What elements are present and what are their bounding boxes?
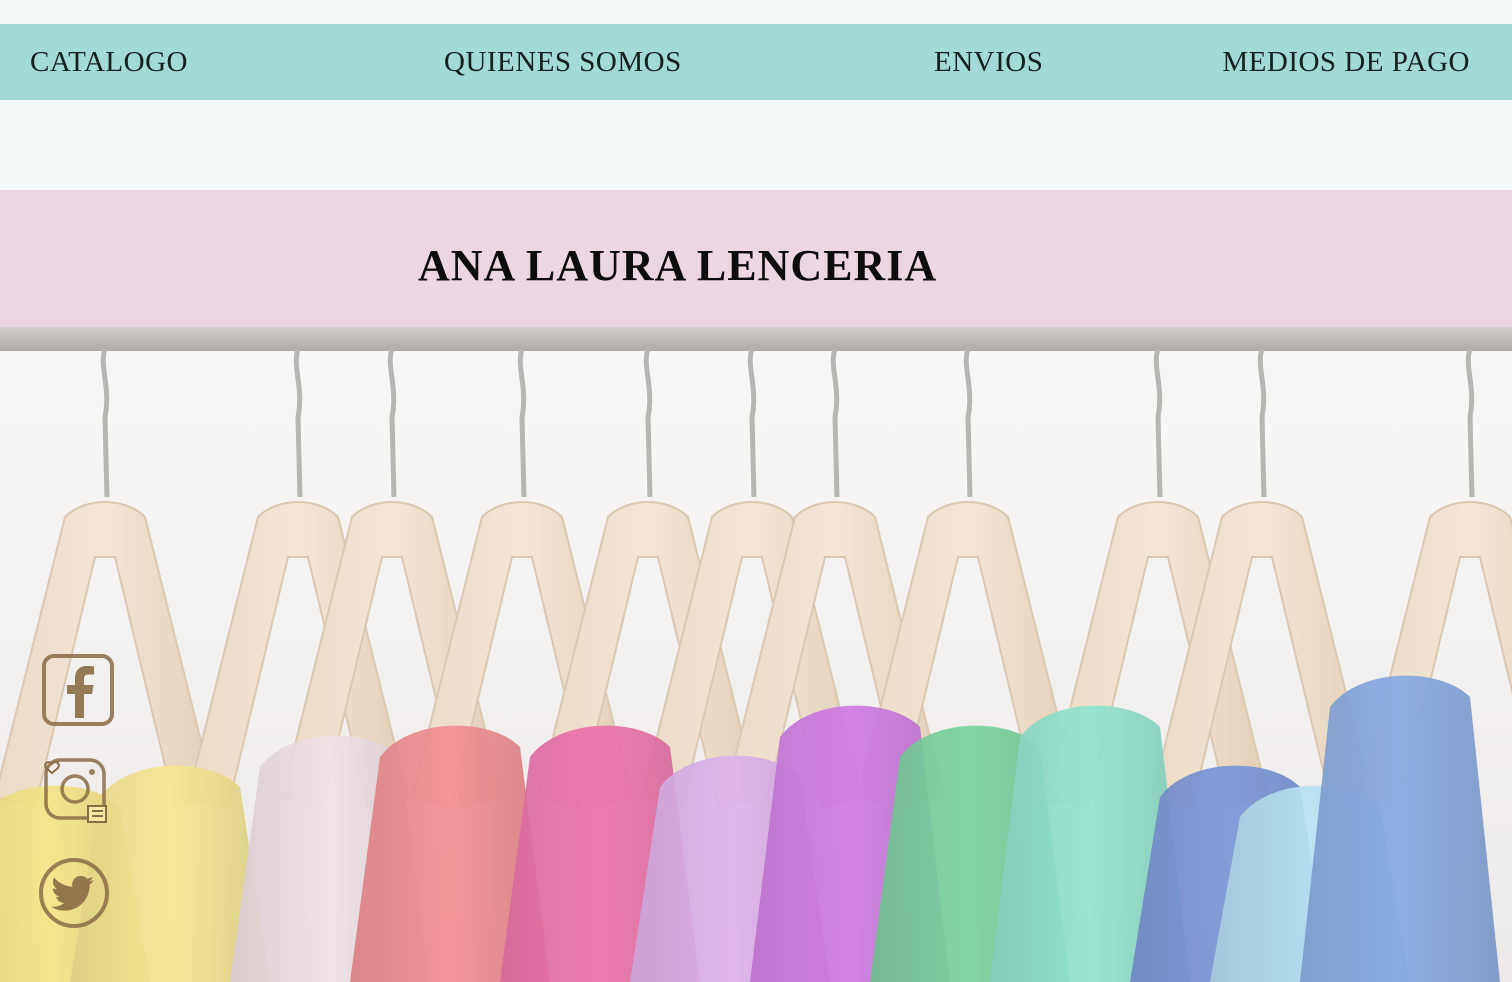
nav-link-medios-de-pago[interactable]: MEDIOS DE PAGO: [1222, 24, 1470, 100]
clothes-rack-photo: [0, 327, 1512, 982]
twitter-icon[interactable]: [36, 855, 116, 935]
nav-link-quienes-somos[interactable]: QUIENES SOMOS: [444, 24, 682, 100]
nav-link-catalogo[interactable]: CATALOGO: [30, 24, 188, 100]
photo-overlay: [0, 327, 1512, 982]
nav-link-envios[interactable]: ENVIOS: [934, 24, 1043, 100]
site-title: ANA LAURA LENCERIA: [418, 241, 938, 290]
main-navigation: CATALOGO QUIENES SOMOS ENVIOS MEDIOS DE …: [0, 24, 1512, 100]
hero-image: [0, 327, 1512, 982]
facebook-icon[interactable]: [40, 652, 120, 732]
instagram-icon[interactable]: [38, 750, 118, 830]
title-band: ANA LAURA LENCERIA: [0, 190, 1512, 327]
